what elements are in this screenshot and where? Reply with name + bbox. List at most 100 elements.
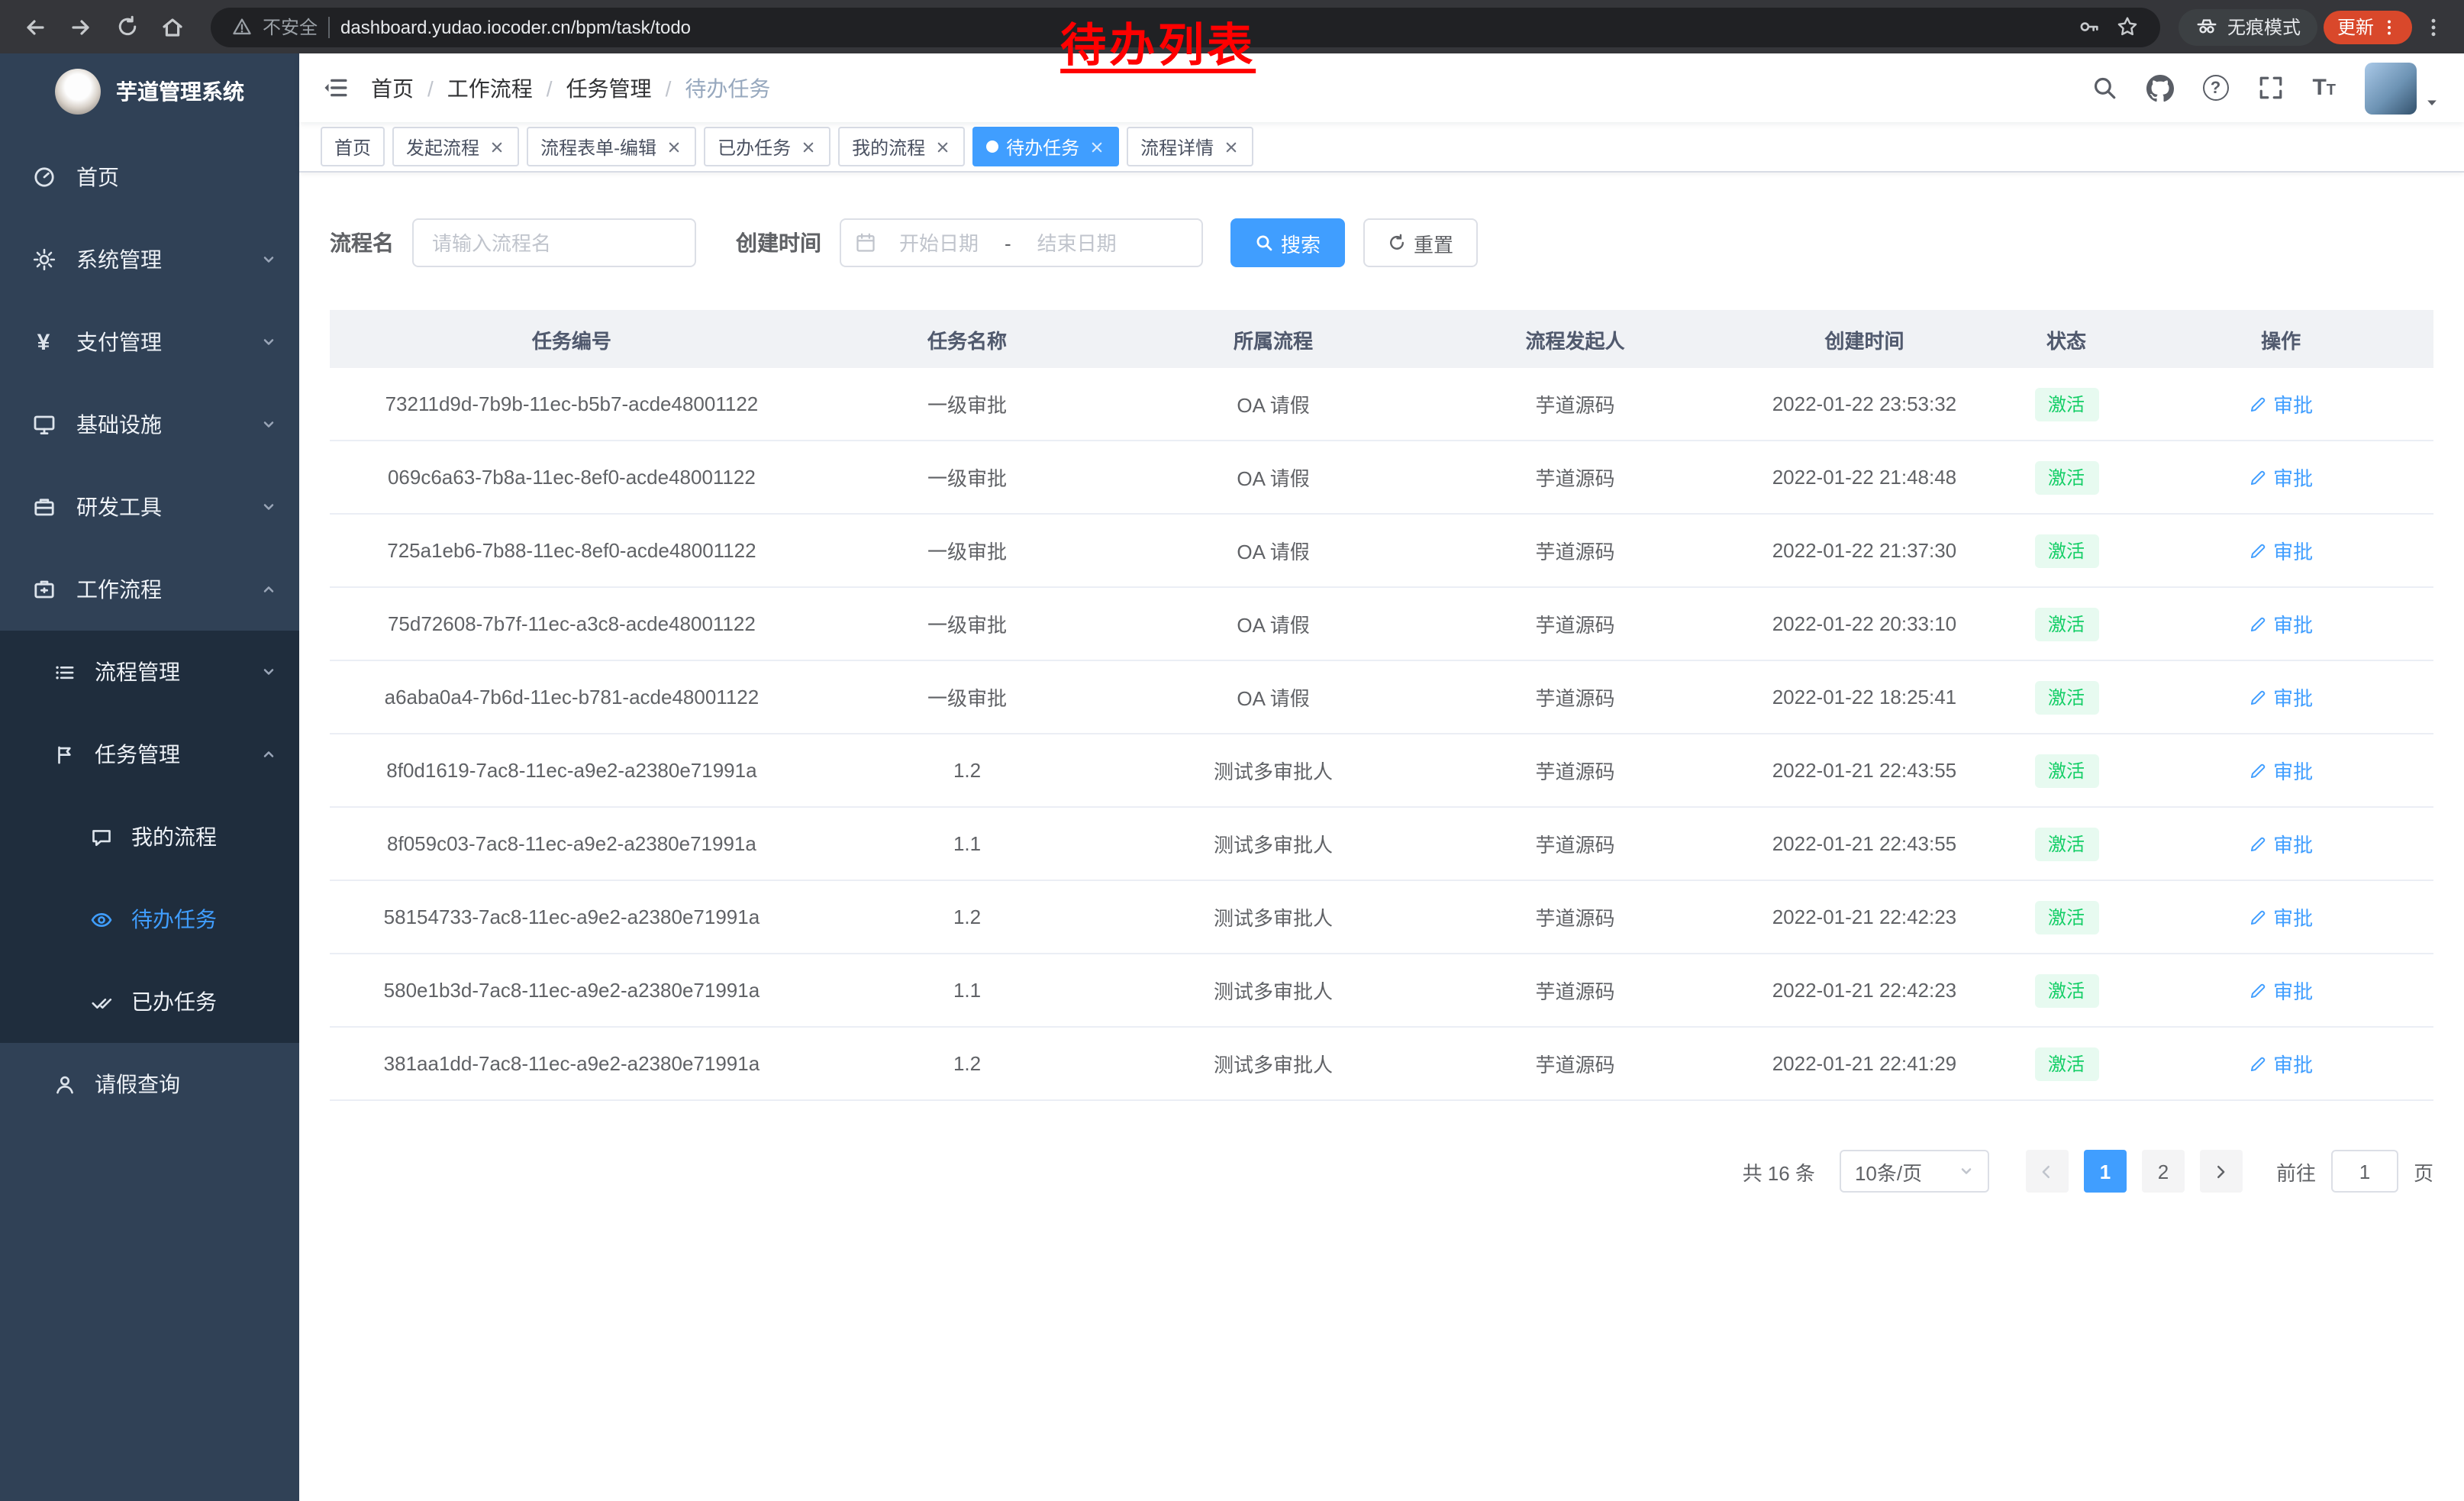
sidebar-item-label: 基础设施	[76, 409, 162, 440]
approve-button[interactable]: 审批	[2249, 463, 2313, 492]
breadcrumb-current: 待办任务	[685, 73, 770, 103]
url-text: dashboard.yudao.iocoder.cn/bpm/task/todo	[340, 16, 691, 37]
table-header: 任务编号 任务名称 所属流程 流程发起人 创建时间 状态 操作	[330, 310, 2433, 368]
sidebar-item-system[interactable]: 系统管理	[0, 218, 299, 301]
sidebar-item-leave-query[interactable]: 请假查询	[0, 1043, 299, 1125]
process-name-input[interactable]	[412, 218, 696, 267]
tab-home[interactable]: 首页	[321, 127, 385, 166]
sidebar-item-done-task[interactable]: 已办任务	[0, 960, 299, 1043]
edit-pencil-icon	[2249, 834, 2267, 853]
cell-task-name: 1.1	[814, 979, 1121, 1002]
approve-button[interactable]: 审批	[2249, 609, 2313, 638]
approve-button[interactable]: 审批	[2249, 389, 2313, 418]
chevron-down-icon	[261, 252, 276, 267]
cell-action: 审批	[2128, 609, 2433, 638]
dashboard-icon	[31, 165, 56, 189]
tab-start-process[interactable]: 发起流程	[392, 127, 519, 166]
date-range-picker[interactable]: -	[840, 218, 1203, 267]
range-separator: -	[1001, 231, 1014, 254]
back-icon[interactable]	[15, 7, 55, 47]
approve-button[interactable]: 审批	[2249, 976, 2313, 1005]
sidebar-item-label: 研发工具	[76, 492, 162, 522]
end-date-input[interactable]	[1021, 231, 1134, 254]
update-button[interactable]: 更新	[2324, 10, 2412, 44]
sidebar-item-workflow[interactable]: 工作流程	[0, 548, 299, 631]
sidebar-item-devtools[interactable]: 研发工具	[0, 466, 299, 548]
home-icon[interactable]	[153, 7, 192, 47]
hamburger-icon[interactable]	[322, 75, 348, 101]
cell-process-name: 测试多审批人	[1121, 829, 1426, 858]
breadcrumb-home[interactable]: 首页	[371, 73, 414, 103]
close-icon[interactable]	[664, 137, 682, 156]
refresh-icon[interactable]	[107, 7, 147, 47]
close-icon[interactable]	[1087, 137, 1105, 156]
approve-label: 审批	[2273, 389, 2313, 418]
cell-task-id: 8f059c03-7ac8-11ec-a9e2-a2380e71991a	[330, 832, 814, 855]
next-page-button[interactable]	[2200, 1150, 2243, 1193]
breadcrumb-workflow[interactable]: 工作流程	[447, 73, 533, 103]
breadcrumb-task-mgmt[interactable]: 任务管理	[566, 73, 652, 103]
approve-button[interactable]: 审批	[2249, 756, 2313, 785]
close-icon[interactable]	[1221, 137, 1240, 156]
approve-button[interactable]: 审批	[2249, 1049, 2313, 1078]
cell-status: 激活	[2004, 534, 2129, 567]
sidebar-item-my-process[interactable]: 我的流程	[0, 796, 299, 878]
cell-create-time: 2022-01-22 21:37:30	[1724, 539, 2004, 562]
close-icon[interactable]	[798, 137, 817, 156]
search-icon[interactable]	[2091, 75, 2117, 101]
app-frame: 芋道管理系统 首页 系统管理	[0, 53, 2464, 1501]
sidebar-item-todo-task[interactable]: 待办任务	[0, 878, 299, 960]
chevron-down-icon	[261, 417, 276, 432]
app-logo-row[interactable]: 芋道管理系统	[0, 53, 299, 130]
page-size-select[interactable]: 10条/页	[1840, 1150, 1989, 1193]
prev-page-button[interactable]	[2026, 1150, 2069, 1193]
tab-todo-task[interactable]: 待办任务	[972, 127, 1119, 166]
gear-icon	[31, 247, 56, 272]
page-button-1[interactable]: 1	[2084, 1150, 2127, 1193]
tab-process-detail[interactable]: 流程详情	[1127, 127, 1253, 166]
help-icon[interactable]: ?	[2202, 75, 2228, 101]
close-icon[interactable]	[487, 137, 505, 156]
tab-done-task[interactable]: 已办任务	[704, 127, 830, 166]
browser-menu-icon[interactable]	[2418, 16, 2449, 37]
goto-page-input[interactable]	[2331, 1150, 2398, 1193]
start-date-input[interactable]	[882, 231, 995, 254]
page-button-2[interactable]: 2	[2142, 1150, 2185, 1193]
page-content: 流程名 创建时间 - 搜索	[299, 173, 2464, 1501]
sidebar-item-process-mgmt[interactable]: 流程管理	[0, 631, 299, 713]
sidebar-item-task-mgmt[interactable]: 任务管理	[0, 713, 299, 796]
goto-label: 前往	[2276, 1157, 2316, 1186]
sidebar-item-pay[interactable]: ¥ 支付管理	[0, 301, 299, 383]
search-button[interactable]: 搜索	[1230, 218, 1345, 267]
more-menu-icon	[2380, 18, 2398, 36]
sidebar-item-home[interactable]: 首页	[0, 136, 299, 218]
sidebar-item-label: 我的流程	[131, 822, 217, 852]
list-icon	[52, 660, 78, 683]
approve-button[interactable]: 审批	[2249, 829, 2313, 858]
reset-button[interactable]: 重置	[1363, 218, 1478, 267]
github-icon[interactable]	[2146, 74, 2173, 102]
sidebar-item-infra[interactable]: 基础设施	[0, 383, 299, 466]
fullscreen-icon[interactable]	[2257, 75, 2283, 101]
forward-icon[interactable]	[61, 7, 101, 47]
approve-button[interactable]: 审批	[2249, 683, 2313, 712]
approve-button[interactable]: 审批	[2249, 902, 2313, 931]
tab-my-process[interactable]: 我的流程	[838, 127, 965, 166]
cell-process-name: 测试多审批人	[1121, 902, 1426, 931]
tab-label: 我的流程	[852, 134, 925, 160]
cell-create-time: 2022-01-22 23:53:32	[1724, 392, 2004, 415]
font-size-icon[interactable]: TT	[2312, 76, 2336, 99]
cell-status: 激活	[2004, 827, 2129, 860]
close-icon[interactable]	[933, 137, 951, 156]
tab-process-form-edit[interactable]: 流程表单-编辑	[527, 127, 696, 166]
approve-button[interactable]: 审批	[2249, 536, 2313, 565]
calendar-icon	[855, 232, 876, 253]
user-menu[interactable]	[2365, 62, 2440, 114]
navbar-actions: ? TT	[2091, 62, 2440, 114]
sidebar-item-label: 支付管理	[76, 327, 162, 357]
eye-icon	[89, 908, 114, 931]
bookmark-star-icon[interactable]	[2116, 15, 2139, 38]
key-icon[interactable]	[2078, 15, 2101, 38]
tab-label: 已办任务	[718, 134, 791, 160]
cell-process-name: OA 请假	[1121, 463, 1426, 492]
